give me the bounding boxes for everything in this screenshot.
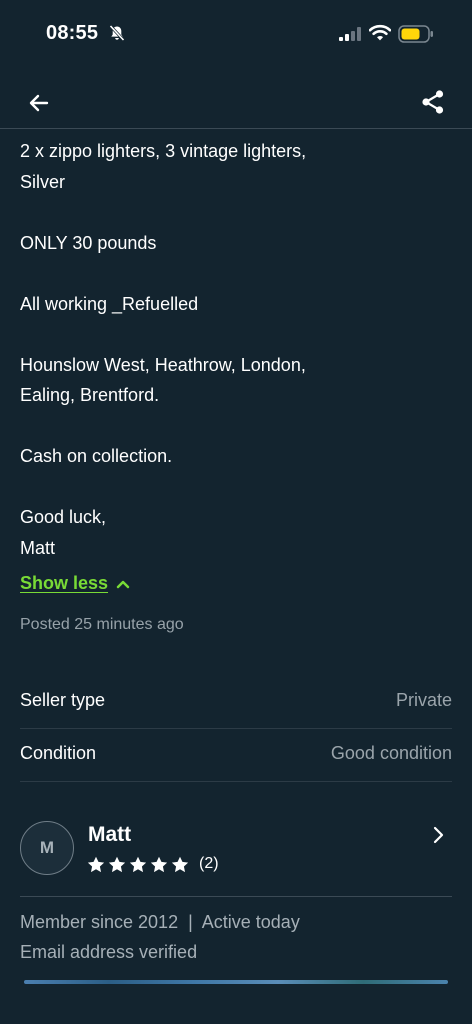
- description-line: Silver: [20, 171, 66, 192]
- posted-time: Posted 25 minutes ago: [20, 616, 184, 633]
- chevron-right-icon: [432, 826, 444, 849]
- battery-icon: [398, 25, 434, 48]
- review-count: (2): [199, 855, 219, 872]
- description-line: Hounslow West, Heathrow, London,: [20, 354, 306, 375]
- description-line: Good luck,: [20, 507, 107, 527]
- seller-type-row: Seller type Private: [20, 676, 452, 729]
- show-less-label: Show less: [20, 573, 109, 593]
- condition-value: Good condition: [330, 743, 452, 763]
- seller-type-value: Private: [395, 690, 452, 710]
- condition-row: Condition Good condition: [20, 729, 452, 782]
- divider: [20, 896, 452, 897]
- top-nav-bar: [0, 80, 472, 129]
- star-icon: [171, 856, 189, 872]
- seller-rating: (2): [87, 855, 219, 873]
- description-line: Ealing, Brentford.: [20, 385, 160, 405]
- status-bar: 08:55: [0, 0, 472, 70]
- star-icon: [129, 856, 147, 872]
- verification-status: Email address verified: [20, 942, 198, 962]
- status-time: 08:55: [46, 22, 99, 44]
- share-icon[interactable]: [420, 89, 446, 115]
- member-info: Member since 2012 | Active today: [20, 912, 300, 932]
- seller-name: Matt: [88, 823, 132, 846]
- seller-type-label: Seller type: [20, 690, 106, 710]
- star-icon: [87, 856, 105, 872]
- map-preview[interactable]: [24, 980, 448, 984]
- avatar: M: [20, 821, 74, 875]
- bell-muted-icon: [108, 24, 126, 47]
- star-icon: [108, 856, 126, 872]
- back-arrow-icon[interactable]: [26, 90, 52, 116]
- cellular-signal-icon: [339, 27, 363, 46]
- show-less-link[interactable]: Show less: [20, 573, 130, 594]
- description-line: 2 x zippo lighters, 3 vintage lighters,: [20, 141, 307, 161]
- condition-label: Condition: [20, 743, 97, 763]
- listing-description: 2 x zippo lighters, 3 vintage lighters, …: [20, 136, 440, 563]
- description-line: Matt: [20, 537, 56, 558]
- star-icon: [150, 856, 168, 872]
- chevron-up-icon: [116, 580, 130, 588]
- description-line: ONLY 30 pounds: [20, 232, 157, 253]
- seller-profile-card[interactable]: M Matt (2): [20, 818, 452, 890]
- wifi-icon: [368, 24, 392, 46]
- description-line: Cash on collection.: [20, 446, 173, 466]
- description-line: All working _Refuelled: [20, 293, 199, 314]
